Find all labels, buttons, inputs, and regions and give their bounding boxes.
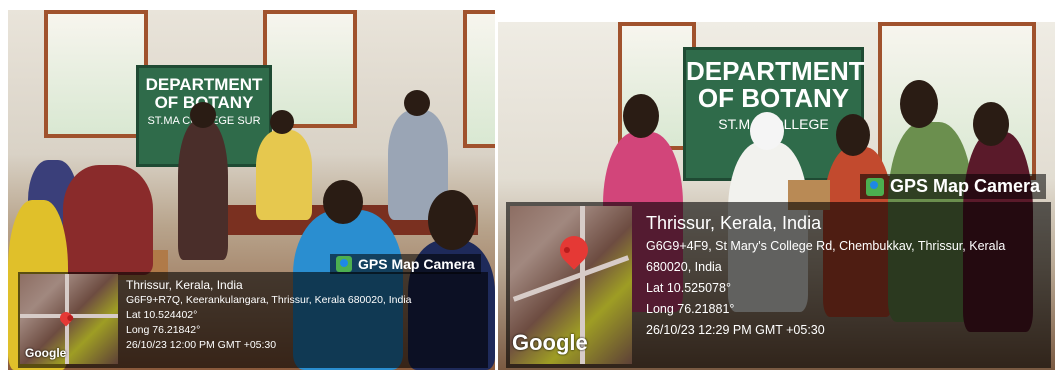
address-line-1: G6G9+4F9, St Mary's College Rd, Chembukk… [646,239,1006,253]
person-head-5 [973,102,1009,146]
map-thumbnail: Google [510,206,632,364]
google-logo: Google [512,330,588,355]
location-text: Thrissur, Kerala, India G6G9+4F9, St Mar… [646,210,1005,341]
window-far-right [463,10,495,148]
right-photo: DEPARTMENT OF BOTANY ST.MA COLLEGE GPS M… [498,22,1055,370]
person-head-2 [750,112,784,150]
map-pin-icon [554,230,594,270]
person-head-3 [404,90,430,116]
longitude: Long 76.21881° [646,302,735,316]
person-head-1 [623,94,659,138]
gps-camera-tag: GPS Map Camera [330,254,481,274]
google-logo: Google [25,346,67,360]
timestamp: 26/10/23 12:00 PM GMT +05:30 [126,339,277,351]
person-head-3 [836,114,870,156]
person-head-1 [190,102,216,128]
location-info-panel: Google Thrissur, Kerala, India G6F9+R7Q,… [18,272,488,368]
gps-camera-label: GPS Map Camera [890,176,1041,196]
latitude: Lat 10.524402° [126,309,198,321]
gps-camera-tag: GPS Map Camera [860,174,1047,199]
person-standing-2 [256,130,312,220]
person-standing-1 [178,120,228,260]
location-info-panel: Google Thrissur, Kerala, India G6G9+4F9,… [506,202,1051,368]
map-pin-icon [57,309,75,327]
place-name: Thrissur, Kerala, India [646,213,822,233]
map-thumbnail: Google [20,274,118,364]
timestamp: 26/10/23 12:29 PM GMT +05:30 [646,323,825,337]
student-head-5 [428,190,476,250]
gps-camera-icon [866,177,884,196]
left-photo: DEPARTMENT OF BOTANY ST.MA COLLEGE SUR G… [8,10,495,370]
board-line-2: OF BOTANY [697,83,850,114]
person-head-2 [270,110,294,134]
board-line-1: DEPARTMENT [686,56,865,86]
person-head-4 [900,80,938,128]
gps-camera-icon [336,256,352,272]
latitude: Lat 10.525078° [646,281,731,295]
board-line-1: DEPARTMENT [145,75,263,94]
address: G6F9+R7Q, Keerankulangara, Thrissur, Ker… [126,294,412,306]
longitude: Long 76.21842° [126,324,201,336]
student-head-4 [323,180,363,224]
window-left [44,10,148,138]
place-name: Thrissur, Kerala, India [126,278,243,292]
student-2 [63,165,153,275]
gps-camera-label: GPS Map Camera [358,256,475,272]
address-line-2: 680020, India [646,260,722,274]
location-text: Thrissur, Kerala, India G6F9+R7Q, Keeran… [126,278,412,353]
